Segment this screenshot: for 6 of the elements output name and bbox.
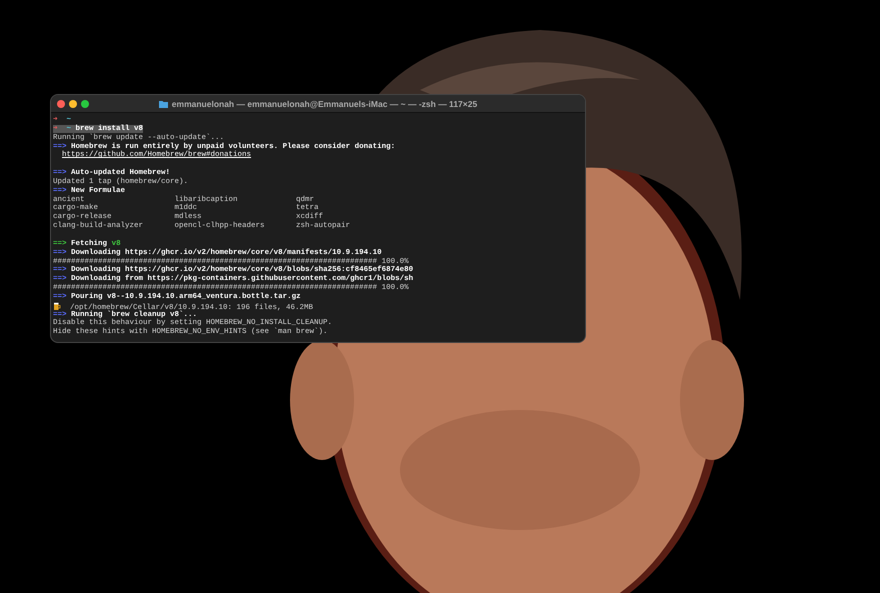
beer-mug-icon [53,302,61,310]
close-button[interactable] [57,100,65,108]
zoom-button[interactable] [81,100,89,108]
window-title: emmanuelonah — emmanuelonah@Emmanuels-iMac — ~ — -zsh — 117×25 [172,98,478,110]
folder-icon [158,100,168,108]
minimize-button[interactable] [69,100,77,108]
